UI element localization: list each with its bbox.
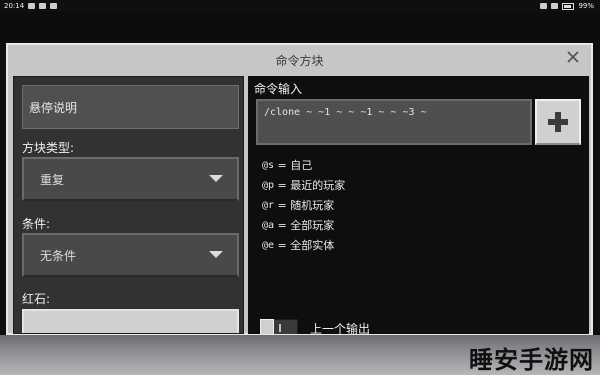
redstone-label: 红石:	[22, 292, 51, 306]
close-button[interactable]	[565, 51, 581, 67]
command-input-label: 命令输入	[254, 82, 303, 96]
selector-equals: =	[274, 199, 291, 212]
condition-label: 条件:	[22, 217, 51, 231]
selector-code: @a	[262, 220, 275, 231]
condition-dropdown[interactable]: 无条件	[22, 233, 239, 277]
caret-down-icon	[209, 251, 223, 258]
selector-equals: =	[274, 219, 291, 232]
caret-down-icon	[209, 175, 223, 182]
block-type-label: 方块类型:	[22, 141, 75, 155]
dialog-title: 命令方块	[275, 53, 324, 68]
app-icon	[39, 3, 47, 9]
selector-code: @p	[262, 180, 275, 191]
selector-description: 全部玩家	[290, 219, 335, 232]
previous-output-label: 上一个输出	[310, 321, 371, 335]
selector-code: @e	[262, 240, 275, 251]
selector-description: 自己	[290, 159, 313, 172]
selector-row: @s = 自己	[262, 156, 345, 176]
selector-code: @s	[262, 160, 275, 171]
selector-row: @r = 随机玩家	[262, 196, 345, 216]
block-type-dropdown[interactable]: 重复	[22, 157, 239, 201]
close-icon	[567, 51, 579, 63]
add-button[interactable]	[535, 99, 581, 145]
condition-value: 无条件	[40, 248, 77, 263]
hover-note-input[interactable]: 悬停说明	[22, 85, 239, 129]
command-input[interactable]: /clone ~ ~1 ~ ~ ~1 ~ ~ ~3 ~	[256, 99, 532, 145]
battery-level: 99%	[578, 2, 594, 10]
status-bar: 20:14 99%	[0, 0, 600, 12]
status-time: 20:14	[4, 2, 25, 10]
plus-icon	[548, 112, 568, 132]
selector-row: @a = 全部玩家	[262, 216, 345, 236]
watermark: 睡安手游网	[469, 346, 594, 374]
selector-description: 全部实体	[290, 239, 335, 252]
toggle-indicator-icon	[279, 324, 281, 332]
dialog-title-bar: 命令方块	[8, 45, 591, 75]
selector-equals: =	[274, 159, 291, 172]
selector-help-list: @s = 自己 @p = 最近的玩家 @r = 随机玩家 @a = 全部玩家 @	[262, 156, 345, 256]
battery-icon	[562, 2, 575, 10]
redstone-dropdown[interactable]	[22, 309, 239, 333]
game-background-top	[0, 12, 600, 42]
selector-description: 最近的玩家	[290, 179, 346, 192]
command-block-dialog: 命令方块 悬停说明 方块类型: 重复 条件: 无条件 红石: 命令输入 /clo…	[6, 43, 593, 335]
notification-icon	[28, 3, 36, 9]
previous-output-row: 上一个输出	[260, 319, 370, 334]
wifi-icon	[551, 3, 559, 9]
selector-row: @e = 全部实体	[262, 236, 345, 256]
selector-code: @r	[262, 200, 275, 211]
block-type-value: 重复	[40, 172, 65, 187]
selector-equals: =	[274, 179, 291, 192]
selector-description: 随机玩家	[290, 199, 335, 212]
settings-panel: 悬停说明 方块类型: 重复 条件: 无条件 红石:	[13, 76, 244, 334]
signal-icon	[540, 3, 548, 9]
selector-equals: =	[274, 239, 291, 252]
command-input-text: /clone ~ ~1 ~ ~ ~1 ~ ~ ~3 ~	[264, 107, 427, 118]
command-panel: 命令输入 /clone ~ ~1 ~ ~ ~1 ~ ~ ~3 ~ @s = 自己…	[248, 76, 589, 334]
message-icon	[50, 3, 58, 9]
hover-note-text: 悬停说明	[29, 100, 78, 115]
toggle-knob	[260, 319, 274, 334]
previous-output-toggle[interactable]	[260, 319, 298, 334]
selector-row: @p = 最近的玩家	[262, 176, 345, 196]
